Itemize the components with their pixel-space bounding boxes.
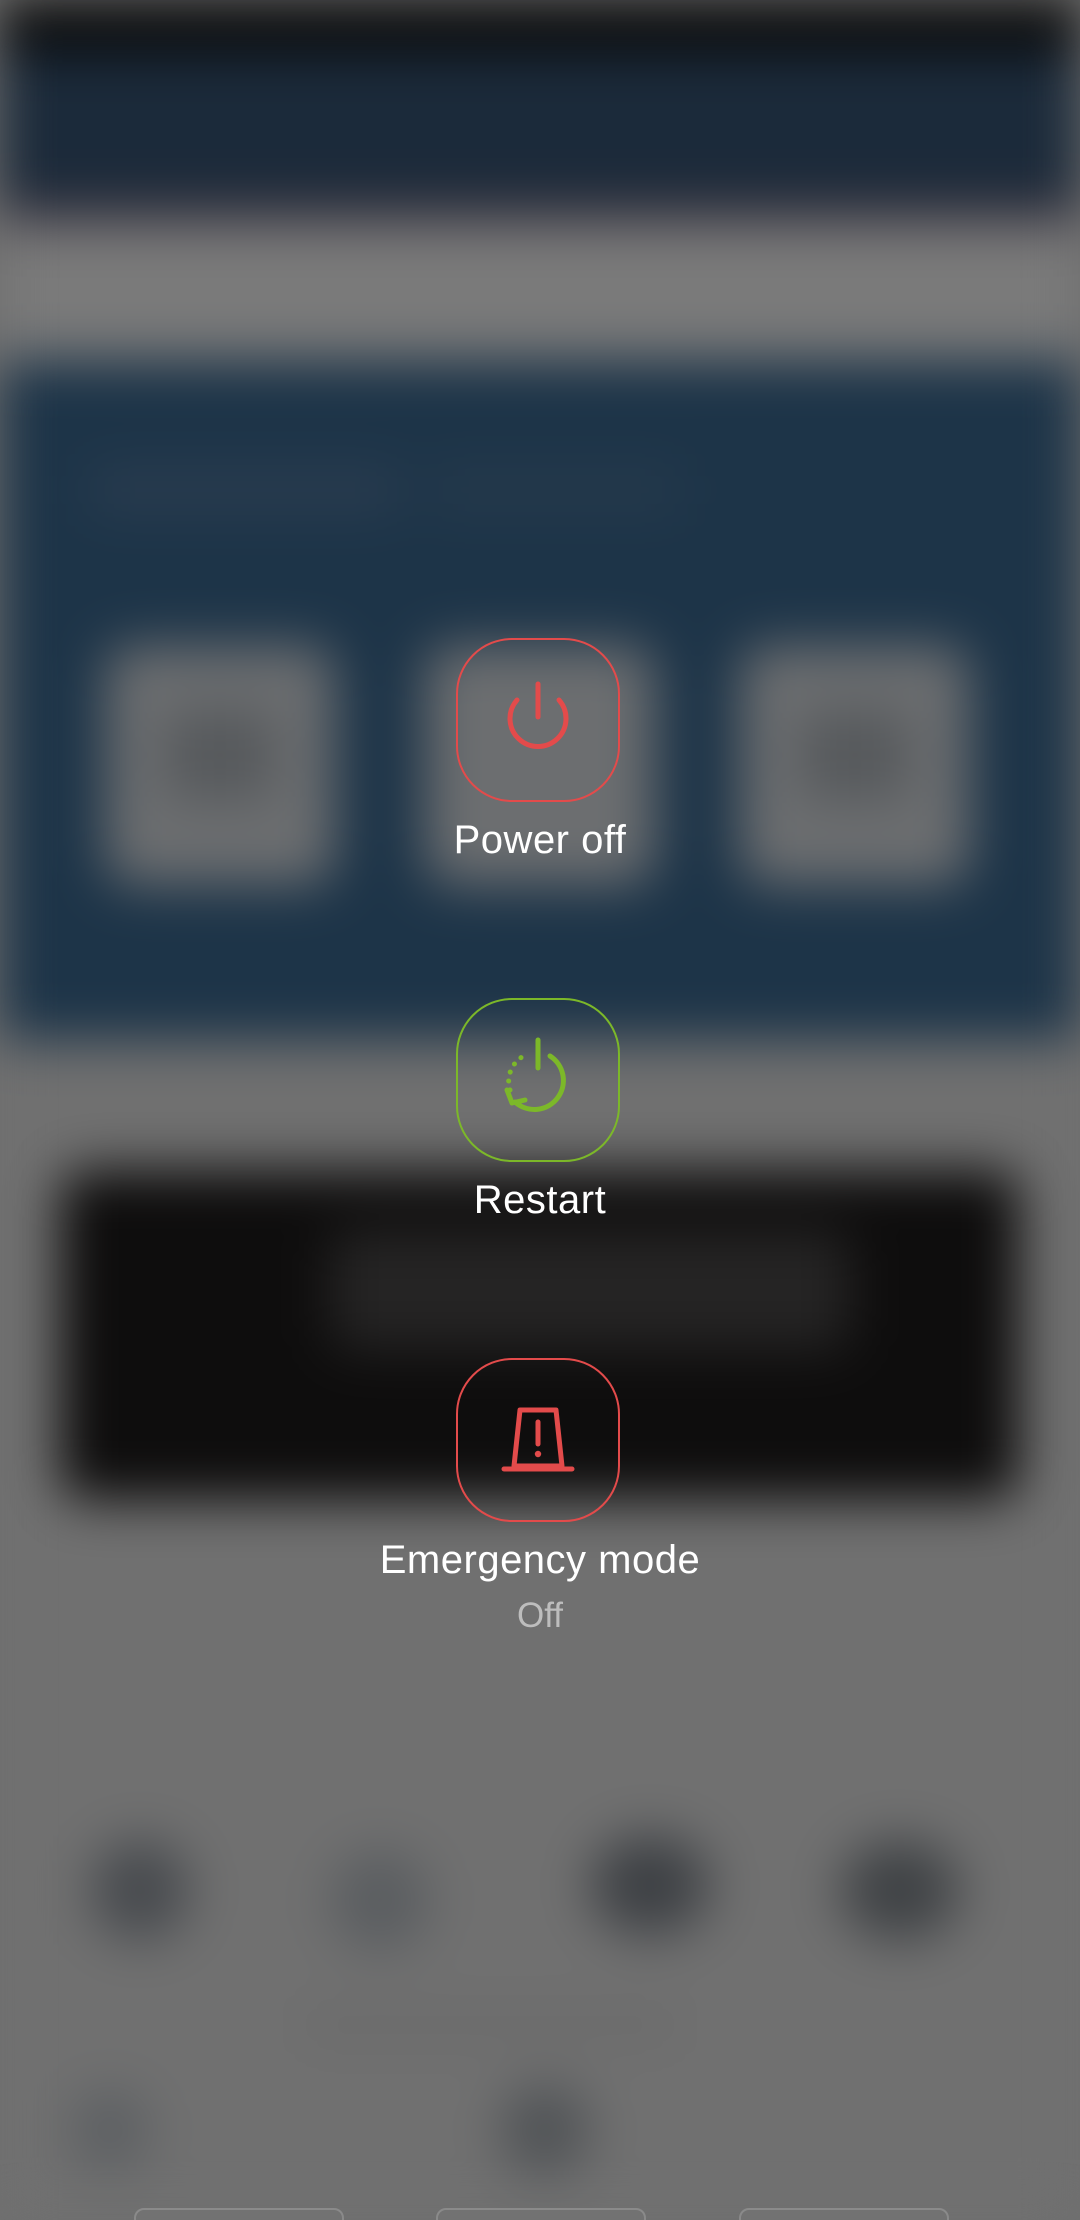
- background-card-peek: [134, 2208, 344, 2220]
- power-off-label: Power off: [453, 818, 627, 862]
- power-off-button[interactable]: [456, 638, 620, 802]
- emergency-mode-status: Off: [516, 1596, 564, 1635]
- restart-icon: [504, 1037, 566, 1112]
- power-icon: [507, 681, 569, 750]
- restart-label: Restart: [473, 1178, 607, 1222]
- background-card-peek: [739, 2208, 949, 2220]
- restart-button[interactable]: [456, 998, 620, 1162]
- emergency-mode-button[interactable]: [456, 1358, 620, 1522]
- background-card-peek: [436, 2208, 646, 2220]
- emergency-mode-label: Emergency mode: [379, 1538, 701, 1582]
- emergency-beacon-icon: [501, 1407, 575, 1472]
